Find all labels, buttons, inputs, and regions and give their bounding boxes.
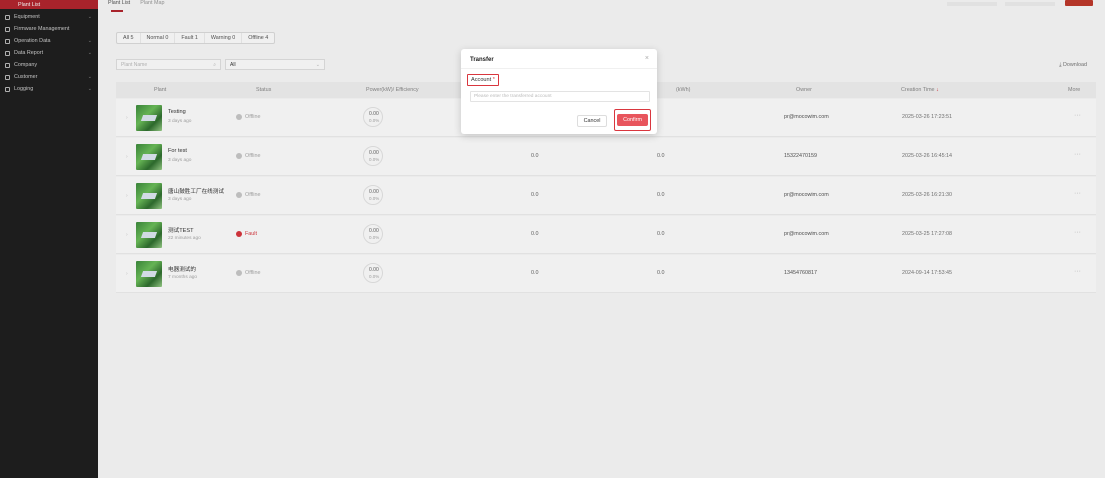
confirm-button[interactable]: Confirm [617, 114, 648, 126]
account-input[interactable]: Please enter the transferred account [470, 91, 650, 102]
required-mark: * [492, 77, 495, 83]
divider [461, 68, 657, 69]
dialog-title: Transfer [470, 57, 494, 63]
transfer-dialog: Transfer × Account * Please enter the tr… [461, 49, 657, 134]
account-field-label: Account * [467, 74, 499, 86]
confirm-highlight: Confirm [614, 109, 651, 131]
account-label-text: Account [471, 77, 492, 83]
close-icon[interactable]: × [645, 55, 649, 62]
account-input-placeholder: Please enter the transferred account [474, 94, 552, 99]
cancel-button[interactable]: Cancel [577, 115, 607, 127]
